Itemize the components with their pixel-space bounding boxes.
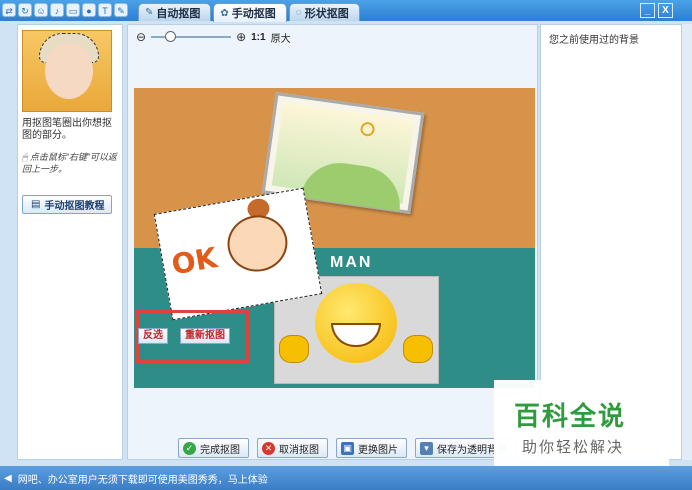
finish-cutout-button[interactable]: ✓ 完成抠图: [178, 438, 249, 458]
watermark-title: 百科全说: [514, 401, 627, 431]
right-edge: [682, 24, 692, 460]
action-bar: ✓ 完成抠图 ✕ 取消抠图 ▣ 更换图片 ▾ 保存为透明背景: [178, 438, 516, 458]
status-text[interactable]: 网吧、办公室用户无须下载即可使用美图秀秀，马上体验: [18, 471, 268, 486]
cancel-label: 取消抠图: [279, 444, 319, 456]
cancel-cutout-button[interactable]: ✕ 取消抠图: [257, 438, 328, 458]
right-hand: [403, 335, 433, 363]
source-thumbnail: [22, 30, 112, 112]
tab-label: 自动抠图: [156, 7, 201, 20]
zoom-ratio[interactable]: 1:1: [251, 32, 265, 43]
mode-tabs: ✎ 自动抠图 ✿ 手动抠图 ◌ 形状抠图: [138, 3, 360, 22]
zoom-slider[interactable]: [151, 31, 232, 42]
tab-auto-cutout[interactable]: ✎ 自动抠图: [138, 3, 212, 21]
gear-icon: ✿: [220, 7, 229, 19]
cancel-icon: ✕: [262, 441, 275, 455]
brush-icon: ✎: [145, 7, 154, 18]
title-bar: ⇄ ↻ ☺ ♪ ▭ ● T ✎ ✎ 自动抠图 ✿ 手动抠图 ◌ 形状抠图 _ X: [0, 0, 692, 22]
change-image-button[interactable]: ▣ 更换图片: [336, 438, 407, 458]
change-image-label: 更换图片: [358, 444, 398, 456]
left-strip: [0, 21, 14, 465]
sun-icon: [359, 121, 376, 138]
smiley-mouth: [331, 323, 381, 347]
mic-icon[interactable]: ♪: [50, 3, 64, 17]
tab-manual-cutout[interactable]: ✿ 手动抠图: [213, 3, 287, 22]
tutorial-button[interactable]: ▤ 手动抠图教程: [22, 195, 112, 214]
speaker-icon: ◀: [4, 472, 12, 484]
tab-shape-cutout[interactable]: ◌ 形状抠图: [288, 3, 360, 21]
keyboard-icon[interactable]: ▭: [66, 3, 80, 17]
zoom-in-icon[interactable]: ⊕: [236, 30, 246, 44]
baby-face: [45, 43, 93, 99]
smiley-icon[interactable]: ☺: [34, 3, 48, 17]
ok-text: OK: [169, 240, 220, 282]
refresh-icon[interactable]: ↻: [18, 3, 32, 17]
redo-button[interactable]: 重新抠图: [180, 328, 230, 344]
save-icon: ▾: [420, 441, 433, 455]
image-canvas[interactable]: MAN OK 反选 重新抠图: [134, 88, 535, 388]
arrows-icon[interactable]: ⇄: [2, 3, 16, 17]
image-icon: ▣: [341, 441, 354, 455]
qq-icon[interactable]: ●: [82, 3, 96, 17]
zoom-slider-thumb[interactable]: [165, 31, 177, 42]
finish-label: 完成抠图: [200, 444, 240, 456]
zoom-out-icon[interactable]: ⊖: [136, 30, 146, 44]
close-button[interactable]: X: [658, 3, 673, 18]
left-hand: [279, 335, 309, 363]
editor-area: ⊖ ⊕ 1:1 原大 MAN OK 反选 重新抠图 ✓ 完成抠图 ✕ 取消抠图 …: [127, 24, 538, 460]
cutout-hint: 用抠图笔圈出你想抠图的部分。: [22, 118, 112, 141]
left-panel: 用抠图笔圈出你想抠图的部分。 🖱 点击鼠标“右键”可以返回上一步。 ▤ 手动抠图…: [17, 24, 123, 460]
book-icon: ▤: [31, 199, 41, 210]
tab-label: 手动抠图: [231, 8, 276, 20]
tab-label: 形状抠图: [304, 7, 349, 20]
watermark: 百科全说 助你轻松解决: [494, 380, 669, 466]
invert-button[interactable]: 反选: [138, 328, 168, 344]
check-icon: ✓: [183, 441, 196, 455]
shirt-icon[interactable]: T: [98, 3, 112, 17]
man-text: MAN: [330, 254, 373, 271]
quick-toolbar: ⇄ ↻ ☺ ♪ ▭ ● T ✎: [2, 3, 128, 17]
hill-shape: [300, 157, 405, 212]
wrench-icon[interactable]: ✎: [114, 3, 128, 17]
right-click-tip: 🖱 点击鼠标“右键”可以返回上一步。: [22, 151, 118, 175]
tutorial-label: 手动抠图教程: [44, 201, 105, 212]
zoom-bar: ⊖ ⊕ 1:1 原大: [136, 29, 291, 45]
recent-backgrounds-title: 您之前使用过的背景: [549, 35, 639, 46]
girl-face: [223, 210, 292, 277]
status-bar: ◀ 网吧、办公室用户无须下载即可使用美图秀秀，马上体验: [0, 466, 692, 490]
mouse-icon: 🖱: [22, 152, 28, 162]
smiley-face: [315, 283, 397, 363]
original-size-label[interactable]: 原大: [271, 30, 291, 45]
right-click-tip-text: 点击鼠标“右键”可以返回上一步。: [22, 152, 117, 174]
watermark-subtitle: 助你轻松解决: [522, 439, 625, 456]
minimize-button[interactable]: _: [640, 3, 655, 18]
shape-icon: ◌: [295, 7, 302, 18]
